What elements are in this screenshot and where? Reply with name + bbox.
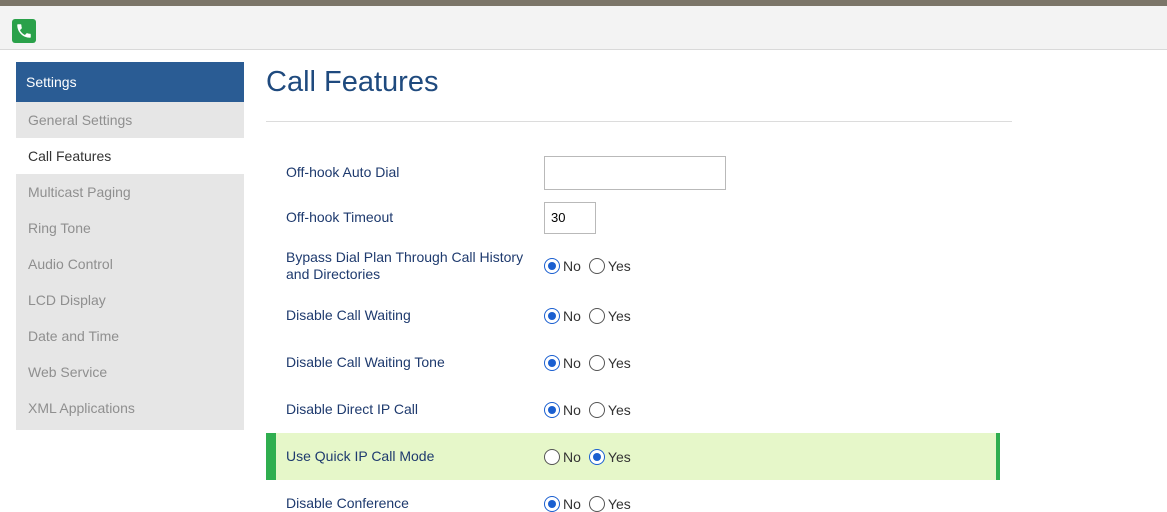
disable-direct-ip-call-yes-radio[interactable]	[588, 401, 605, 418]
sidebar-item-multicast-paging[interactable]: Multicast Paging	[16, 174, 244, 210]
disable-conference-radio-group: No Yes	[544, 495, 639, 512]
disable-conference-label: Disable Conference	[286, 495, 409, 511]
radio-label-yes: Yes	[607, 448, 631, 465]
settings-form: Off-hook Auto Dial Off-hook Timeout Bypa…	[266, 150, 1000, 512]
radio-label-yes: Yes	[607, 258, 631, 274]
disable-direct-ip-call-no-radio[interactable]	[544, 401, 560, 418]
bypass-dial-plan-yes-radio[interactable]	[588, 258, 605, 274]
title-divider	[266, 121, 1012, 122]
disable-call-waiting-yes-radio[interactable]	[588, 307, 605, 324]
radio-label-no: No	[563, 258, 581, 274]
offhook-auto-dial-input[interactable]	[544, 155, 726, 190]
radio-label-yes: Yes	[607, 354, 631, 371]
radio-label-no: No	[563, 401, 581, 418]
page-title: Call Features	[266, 66, 439, 98]
disable-call-waiting-tone-no-radio[interactable]	[544, 354, 560, 371]
disable-conference-yes-radio[interactable]	[588, 495, 605, 512]
bypass-dial-plan-radio-group: No Yes	[544, 258, 639, 274]
offhook-timeout-control	[544, 201, 596, 234]
disable-call-waiting-no-radio[interactable]	[544, 307, 560, 324]
offhook-auto-dial-label: Off-hook Auto Dial	[286, 164, 400, 180]
phone-icon	[12, 19, 36, 43]
disable-conference-no-radio[interactable]	[544, 495, 560, 512]
radio-label-no: No	[563, 354, 581, 371]
disable-call-waiting-tone-label: Disable Call Waiting Tone	[286, 354, 445, 370]
sidebar-item-general-settings[interactable]: General Settings	[16, 102, 244, 138]
radio-label-yes: Yes	[607, 401, 631, 418]
use-quick-ip-call-mode-radio-group: No Yes	[544, 448, 639, 465]
use-quick-ip-call-mode-yes-radio[interactable]	[588, 448, 605, 465]
sidebar-item-xml-applications[interactable]: XML Applications	[16, 390, 244, 426]
disable-call-waiting-tone-radio-group: No Yes	[544, 354, 639, 371]
bypass-dial-plan-label: Bypass Dial Plan Through Call History an…	[286, 249, 524, 282]
row-disable-conference: Disable Conference No Yes	[266, 480, 1000, 512]
bypass-dial-plan-no-radio[interactable]	[544, 258, 560, 274]
sidebar-item-web-service[interactable]: Web Service	[16, 354, 244, 390]
disable-direct-ip-call-radio-group: No Yes	[544, 401, 639, 418]
disable-call-waiting-radio-group: No Yes	[544, 307, 639, 324]
header	[0, 6, 1167, 50]
sidebar: Settings General Settings Call Features …	[16, 62, 244, 430]
sidebar-item-date-and-time[interactable]: Date and Time	[16, 318, 244, 354]
radio-label-no: No	[563, 495, 581, 512]
sidebar-item-lcd-display[interactable]: LCD Display	[16, 282, 244, 318]
radio-label-no: No	[563, 307, 581, 324]
sidebar-title: Settings	[16, 62, 244, 102]
sidebar-item-audio-control[interactable]: Audio Control	[16, 246, 244, 282]
disable-call-waiting-label: Disable Call Waiting	[286, 307, 411, 323]
radio-label-yes: Yes	[607, 495, 631, 512]
row-disable-call-waiting: Disable Call Waiting No Yes	[266, 292, 1000, 339]
use-quick-ip-call-mode-no-radio[interactable]	[544, 448, 560, 465]
sidebar-item-ring-tone[interactable]: Ring Tone	[16, 210, 244, 246]
sidebar-item-call-features[interactable]: Call Features	[16, 138, 244, 174]
row-offhook-timeout: Off-hook Timeout	[266, 195, 1000, 240]
offhook-auto-dial-control	[544, 155, 726, 190]
radio-label-yes: Yes	[607, 307, 631, 324]
offhook-timeout-input[interactable]	[544, 201, 596, 234]
row-disable-call-waiting-tone: Disable Call Waiting Tone No Yes	[266, 339, 1000, 386]
disable-call-waiting-tone-yes-radio[interactable]	[588, 354, 605, 371]
row-use-quick-ip-call-mode: Use Quick IP Call Mode No Yes	[266, 433, 1000, 480]
offhook-timeout-label: Off-hook Timeout	[286, 209, 394, 225]
radio-label-no: No	[563, 448, 581, 465]
row-disable-direct-ip-call: Disable Direct IP Call No Yes	[266, 386, 1000, 433]
row-offhook-auto-dial: Off-hook Auto Dial	[266, 150, 1000, 195]
use-quick-ip-call-mode-label: Use Quick IP Call Mode	[286, 448, 435, 464]
row-bypass-dial-plan: Bypass Dial Plan Through Call History an…	[266, 240, 1000, 292]
disable-direct-ip-call-label: Disable Direct IP Call	[286, 401, 419, 417]
